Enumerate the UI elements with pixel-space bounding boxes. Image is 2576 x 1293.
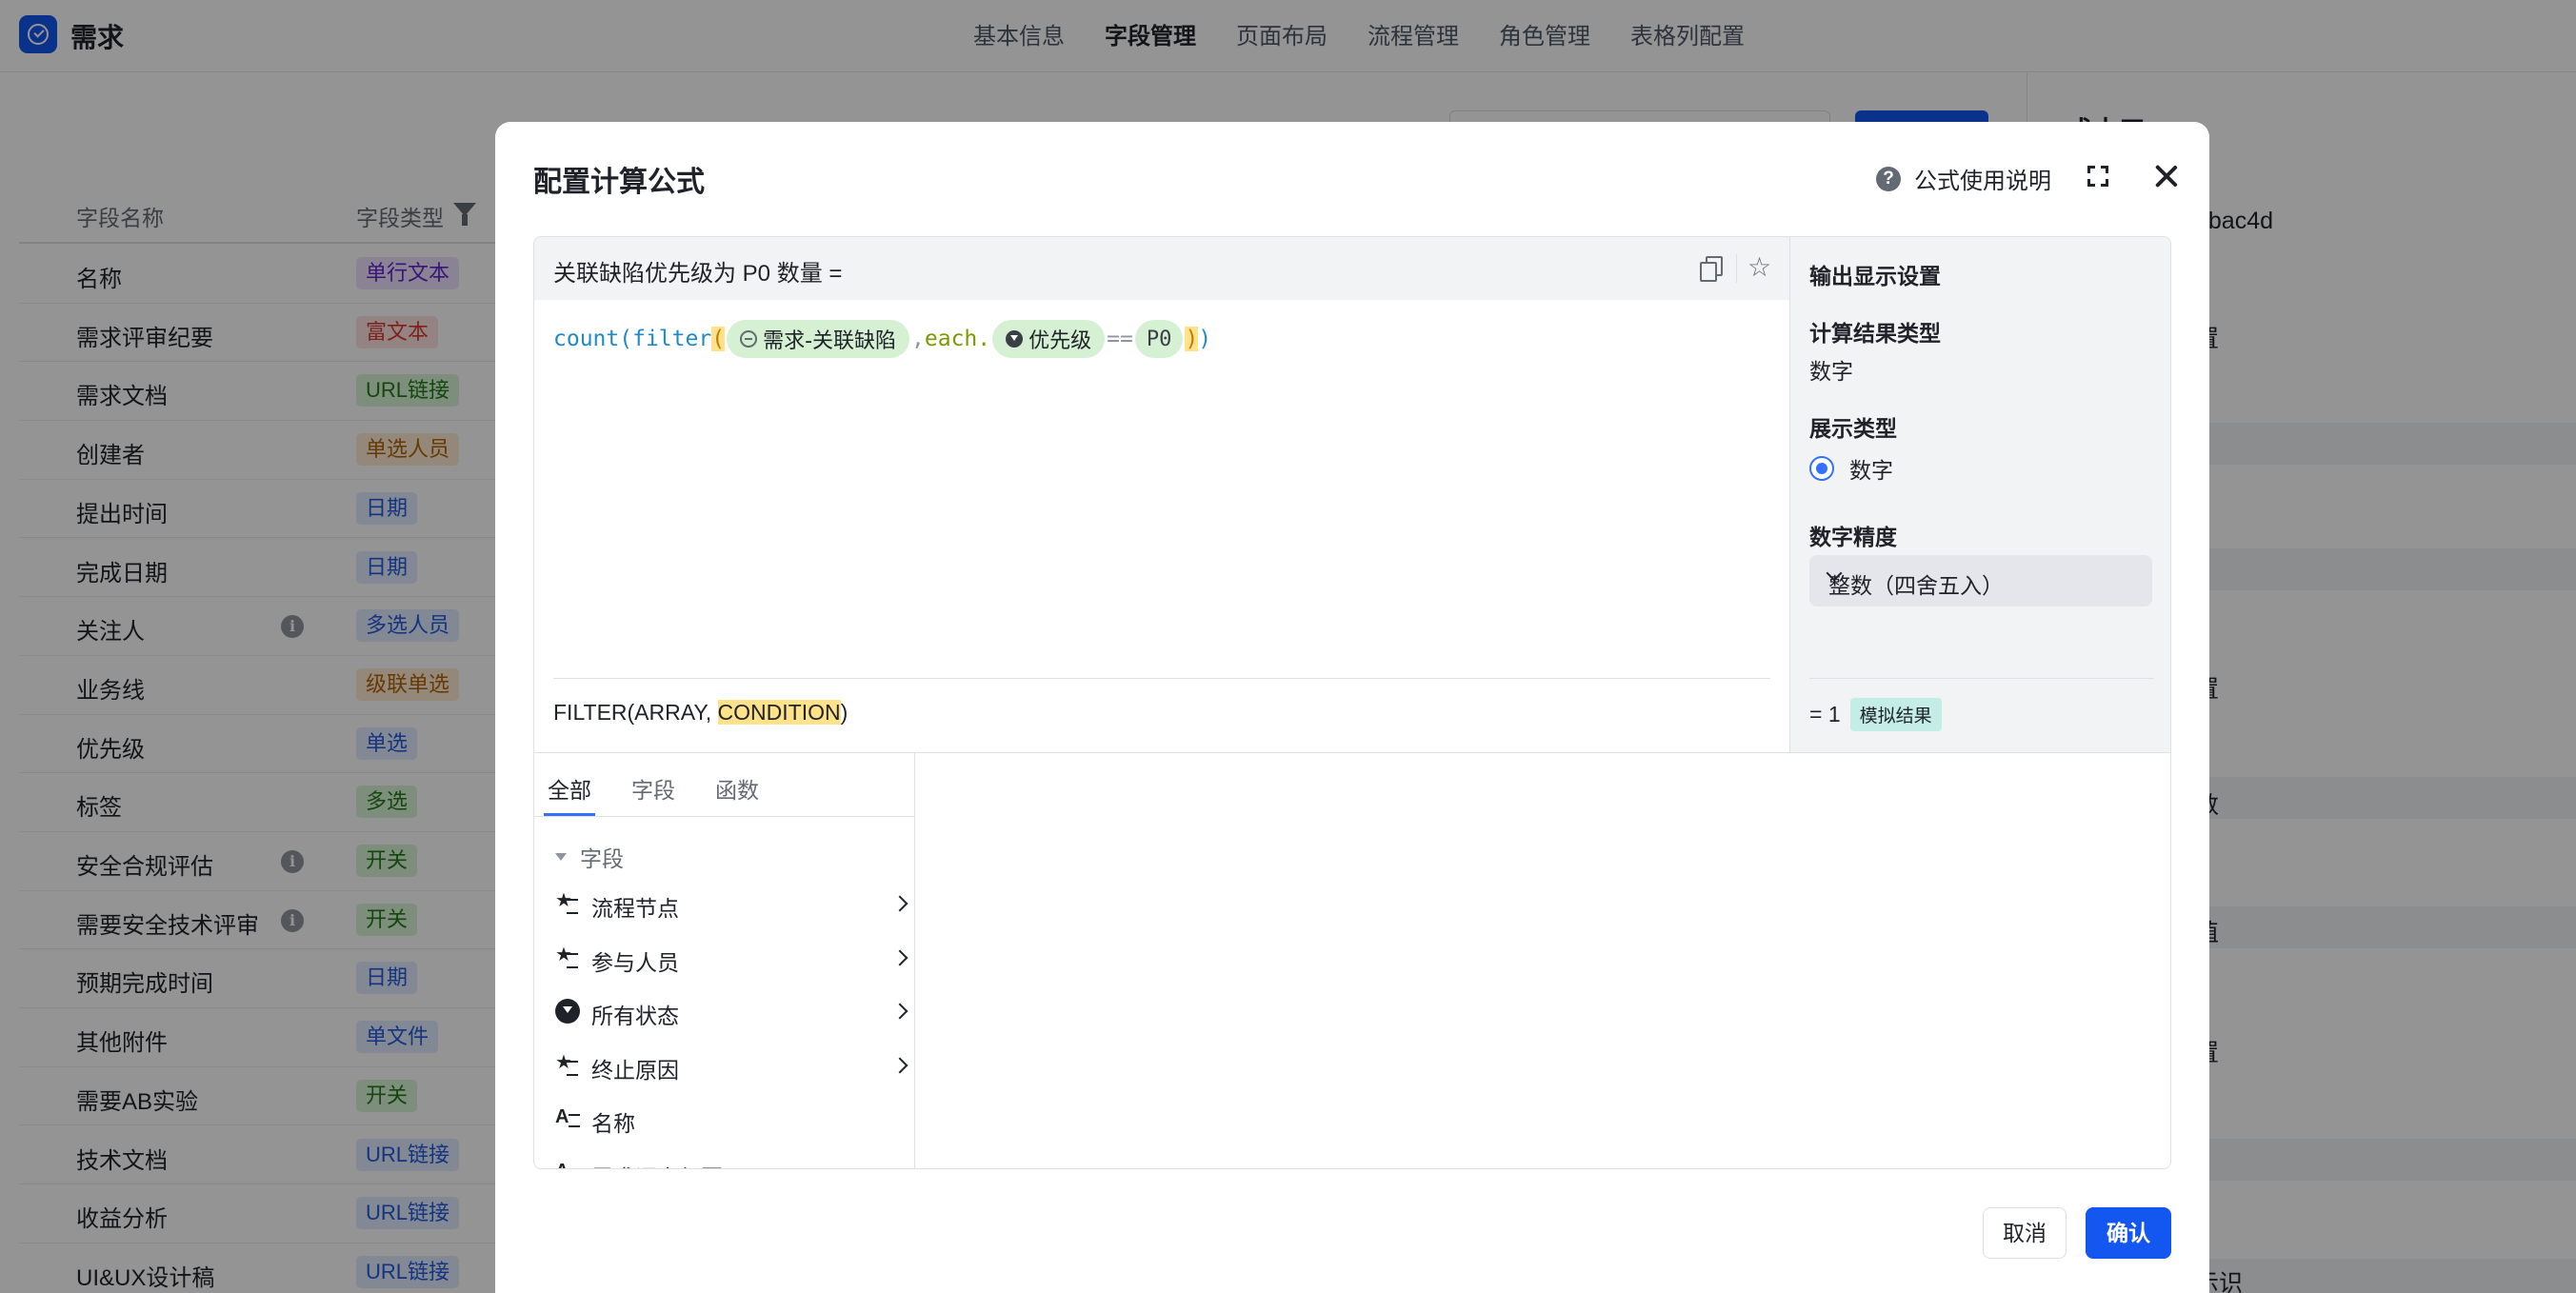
picker-field-item[interactable]: 所有状态 (534, 985, 914, 1038)
display-type-option: 数字 (1849, 458, 1893, 483)
formula-comma: , (911, 327, 925, 351)
copy-icon[interactable] (1700, 256, 1723, 282)
dialog-title: 配置计算公式 (533, 167, 705, 198)
formula-config-dialog: 配置计算公式 ? 公式使用说明 关联缺陷优先级为 P0 数量 = ☆ count… (495, 122, 2209, 1293)
picker-tabs: 全部 字段 函数 (544, 753, 759, 816)
tab-fields[interactable]: 字段 (631, 753, 675, 816)
formula-property-pill[interactable]: 优先级 (992, 320, 1106, 358)
formula-editor: 关联缺陷优先级为 P0 数量 = ☆ count ( filter ( 需求-关… (533, 236, 2171, 1169)
formula-help-label: 公式使用说明 (1914, 169, 2051, 194)
flow-icon (555, 943, 580, 970)
select-field-icon (1006, 330, 1024, 348)
text-field-icon (555, 1106, 580, 1131)
formula-paren-highlight: ( (711, 327, 726, 351)
display-type-label: 展示类型 (1809, 416, 1897, 441)
formula-function-filter: filter (632, 327, 712, 351)
picker-field-item[interactable]: 需求评审纪要 (534, 1146, 914, 1169)
picker-field-label: 终止原因 (591, 1057, 679, 1083)
output-settings-panel: 输出显示设置 计算结果类型 数字 展示类型 数字 数字精度 整数（四舍五入） =… (1789, 237, 2170, 752)
chevron-right-icon[interactable] (891, 1003, 909, 1020)
simulated-result: = 1 模拟结果 (1809, 698, 1942, 731)
link-field-icon (740, 330, 758, 348)
formula-name: 关联缺陷优先级为 P0 数量 = (553, 261, 843, 287)
property-pill-label: 优先级 (1028, 329, 1092, 353)
picker-field-item[interactable]: 终止原因 (534, 1039, 914, 1092)
formula-paren: ( (619, 327, 633, 351)
formula-input[interactable]: count ( filter ( 需求-关联缺陷 , each. 优先级 == … (553, 319, 1211, 359)
syntax-highlight: CONDITION (717, 700, 841, 725)
caret-down-icon (555, 853, 567, 861)
close-icon[interactable] (2152, 162, 2181, 190)
group-label: 字段 (580, 846, 624, 871)
tab-functions[interactable]: 函数 (715, 753, 759, 816)
formula-each: each. (924, 327, 991, 351)
syntax-suffix: ) (840, 700, 849, 725)
picker-field-item[interactable]: 参与人员 (534, 931, 914, 985)
picker-field-label: 名称 (591, 1111, 635, 1136)
syntax-divider (553, 678, 1770, 679)
display-type-radio-number[interactable]: 数字 (1809, 452, 1893, 485)
syntax-prefix: FILTER(ARRAY, (553, 700, 718, 725)
field-pill-label: 需求-关联缺陷 (763, 329, 897, 353)
tabs-divider (534, 816, 914, 817)
fullscreen-icon[interactable] (2087, 166, 2108, 187)
flow-icon (555, 1050, 580, 1078)
formula-paren-highlight: ) (1185, 327, 1199, 351)
formula-help-link[interactable]: ? 公式使用说明 (1876, 162, 2051, 195)
confirm-button[interactable]: 确认 (2086, 1207, 2171, 1259)
picker-field-label: 参与人员 (591, 949, 679, 975)
tab-all[interactable]: 全部 (544, 753, 595, 816)
formula-field-pill[interactable]: 需求-关联缺陷 (727, 320, 910, 358)
field-function-picker: 全部 字段 函数 字段 流程节点参与人员所有状态终止原因名称需求评审纪要 (534, 753, 915, 1169)
chevron-right-icon[interactable] (891, 895, 909, 912)
precision-select[interactable]: 整数（四舍五入） (1809, 555, 2152, 607)
radio-selected-icon (1809, 456, 1834, 481)
output-settings-title: 输出显示设置 (1809, 264, 1941, 288)
group-fields-toggle[interactable]: 字段 (555, 841, 624, 873)
header-divider (1736, 254, 1737, 283)
picker-field-item[interactable]: 名称 (534, 1092, 914, 1145)
formula-paren: ) (1198, 327, 1212, 351)
simulated-result-badge: 模拟结果 (1849, 698, 1942, 731)
syntax-hint: FILTER(ARRAY, CONDITION) (553, 700, 848, 726)
picker-field-item[interactable]: 流程节点 (534, 877, 914, 930)
cancel-button[interactable]: 取消 (1983, 1207, 2067, 1259)
result-value: = 1 (1809, 702, 1841, 726)
precision-value: 整数（四舍五入） (1828, 573, 2004, 598)
result-type-label: 计算结果类型 (1809, 321, 1941, 346)
formula-function-count: count (553, 327, 620, 351)
flow-icon (555, 888, 580, 916)
help-icon: ? (1876, 166, 1901, 191)
status-icon (555, 999, 580, 1024)
formula-operator: == (1107, 327, 1133, 351)
text-field-icon (555, 1161, 580, 1168)
result-type-value: 数字 (1809, 359, 1853, 384)
precision-label: 数字精度 (1809, 525, 1897, 549)
chevron-right-icon[interactable] (891, 1057, 909, 1073)
formula-header: 关联缺陷优先级为 P0 数量 = ☆ (534, 237, 1789, 300)
function-preview-area (916, 753, 2170, 1168)
magic-wand-icon[interactable]: ☆ (1747, 254, 1771, 281)
picker-field-label: 所有状态 (591, 1004, 679, 1028)
chevron-right-icon[interactable] (891, 949, 909, 965)
picker-field-label: 流程节点 (591, 896, 679, 921)
picker-field-label: 需求评审纪要 (591, 1160, 723, 1169)
output-divider (1809, 678, 2154, 679)
formula-value-pill[interactable]: P0 (1134, 320, 1184, 358)
formula-editor-main: 关联缺陷优先级为 P0 数量 = ☆ count ( filter ( 需求-关… (534, 237, 1789, 752)
